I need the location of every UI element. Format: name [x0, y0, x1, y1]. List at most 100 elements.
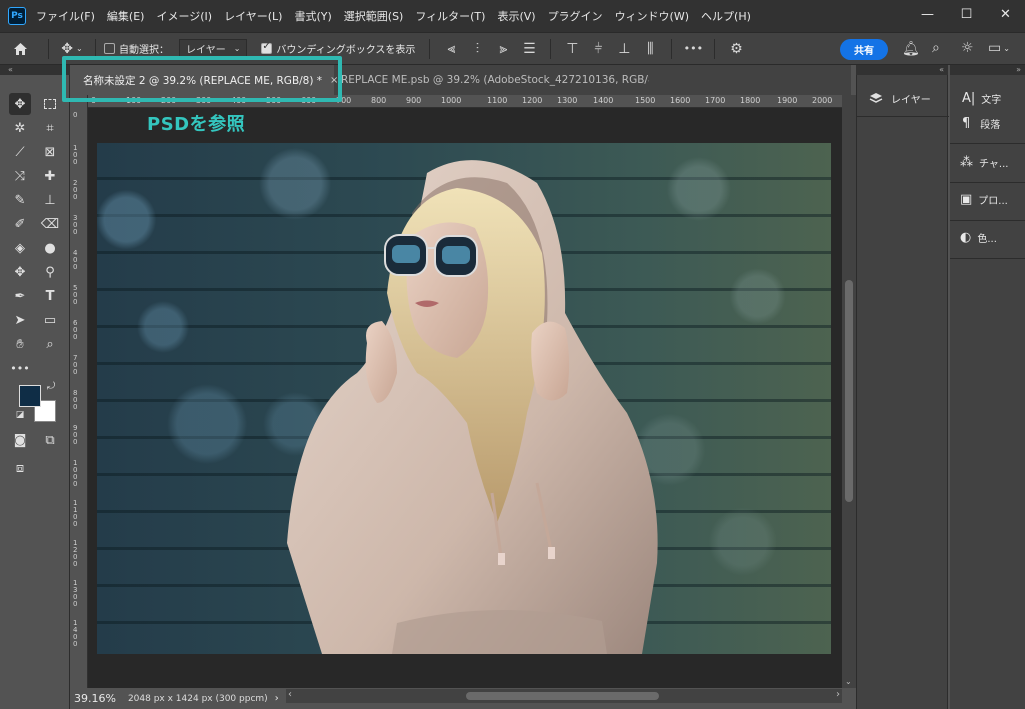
divider [429, 38, 431, 59]
sponge-tool-icon[interactable]: ⚲ [39, 261, 61, 283]
gear-icon[interactable]: ⚙ [723, 41, 749, 57]
auto-select-target-value: レイヤー [186, 45, 226, 56]
move-tool-preset-icon[interactable]: ✥ ⌄ [57, 41, 87, 57]
ruler-label: 0 [73, 111, 78, 119]
chevron-right-icon[interactable]: › [275, 693, 279, 704]
share-button[interactable]: 共有 [840, 39, 888, 60]
ruler-label: 100 [126, 96, 142, 105]
properties-icon: ▣ [960, 192, 973, 207]
marquee-tool-icon[interactable] [39, 93, 61, 115]
ruler-label: 2000 [812, 96, 833, 105]
type-tool-icon[interactable]: T [39, 285, 61, 307]
menu-layer[interactable]: レイヤー(L) [224, 8, 282, 24]
vertical-scrollbar[interactable]: ⌄ [842, 95, 856, 688]
character-panel-tab[interactable]: A| 文字 [962, 91, 1001, 106]
align-left-icon[interactable]: ⫷ [438, 41, 464, 57]
menu-file[interactable]: ファイル(F) [36, 8, 95, 24]
zoom-tool-icon[interactable]: ⌕ [39, 333, 61, 355]
menu-view[interactable]: 表示(V) [497, 8, 535, 24]
scroll-left-icon[interactable]: ‹ [288, 689, 292, 700]
distribute-horizontal-icon[interactable]: ☰ [516, 41, 542, 57]
paragraph-panel-tab[interactable]: ¶ 段落 [962, 116, 1000, 131]
screen-mode-icon[interactable]: ⧉ [39, 429, 61, 451]
tab-replace-me-psb[interactable]: REPLACE ME.psb @ 39.2% (AdobeStock_42721… [337, 65, 649, 95]
move-tool-icon[interactable]: ✥ [9, 93, 31, 115]
object-selection-tool-icon[interactable]: ✲ [9, 117, 31, 139]
layers-panel-tab[interactable]: レイヤー [869, 91, 931, 106]
workspace-icon[interactable]: ▭ ⌄ [988, 40, 1010, 56]
scroll-right-icon[interactable]: › [836, 689, 840, 700]
pen-tool-icon[interactable]: ✒ [9, 285, 31, 307]
menu-plugins[interactable]: プラグイン [548, 8, 603, 24]
auto-select-target-dropdown[interactable]: レイヤー ⌄ [179, 38, 248, 59]
vertical-scroll-thumb[interactable] [845, 280, 853, 502]
canvas-area[interactable] [88, 108, 842, 688]
lightbulb-icon[interactable]: ☼ [961, 40, 974, 56]
collapse-dock-right-icon[interactable]: » [950, 65, 1025, 75]
tab-label: REPLACE ME.psb @ 39.2% (AdobeStock_42721… [341, 74, 649, 86]
menu-filter[interactable]: フィルター(T) [415, 8, 485, 24]
collapse-toolbar-icon[interactable]: « [0, 65, 70, 75]
eyedropper-tool-icon[interactable]: ⤨ [9, 165, 31, 187]
dodge-tool-icon[interactable]: ✥ [9, 261, 31, 283]
crop-tool-icon[interactable]: ⌗ [39, 117, 61, 139]
align-middle-icon[interactable]: ⫩ [585, 41, 611, 57]
close-window-button[interactable]: ✕ [986, 0, 1025, 28]
adjustments-panel-tab[interactable]: ◐ 色... [960, 230, 997, 245]
more-options-icon[interactable]: ••• [680, 42, 706, 55]
path-selection-tool-icon[interactable]: ➤ [9, 309, 31, 331]
history-brush-tool-icon[interactable]: ✐ [9, 213, 31, 235]
distribute-vertical-icon[interactable]: ⫼ [637, 41, 663, 57]
collapse-dock-icon[interactable]: « [856, 65, 948, 75]
menu-select[interactable]: 選択範囲(S) [344, 8, 404, 24]
clone-stamp-tool-icon[interactable]: ⊥ [39, 189, 61, 211]
ruler-label: 900 [73, 424, 78, 446]
horizontal-scroll-thumb[interactable] [466, 692, 659, 700]
quick-mask-icon[interactable]: ◙ [9, 429, 31, 451]
document-tab-bar: 名称未設定 2 @ 39.2% (REPLACE ME, RGB/8) * × … [71, 65, 851, 95]
rectangle-tool-icon[interactable]: ▭ [39, 309, 61, 331]
menu-type[interactable]: 書式(Y) [294, 8, 331, 24]
eraser-tool-icon[interactable]: ⌫ [39, 213, 61, 235]
edit-toolbar-icon[interactable]: ••• [9, 357, 31, 379]
align-bottom-icon[interactable]: ⊥ [611, 41, 637, 57]
default-colors-icon[interactable]: ◪ [14, 409, 26, 421]
bounding-box-label: バウンディングボックスを表示 [276, 45, 416, 56]
menu-help[interactable]: ヘルプ(H) [701, 8, 751, 24]
bounding-box-checkbox[interactable] [261, 41, 273, 54]
channels-panel-tab[interactable]: ⁂ チャ... [960, 155, 1008, 170]
menu-image[interactable]: イメージ(I) [156, 8, 212, 24]
blur-tool-icon[interactable]: ● [39, 237, 61, 259]
paint-bucket-tool-icon[interactable]: ◈ [9, 237, 31, 259]
hand-tool-icon[interactable]: ✋︎ [9, 333, 31, 355]
align-right-icon[interactable]: ⫸ [490, 41, 516, 57]
menu-window[interactable]: ウィンドウ(W) [615, 8, 689, 24]
horizontal-scrollbar[interactable]: ‹ › [286, 689, 842, 703]
tools-panel: ✥ ✲ ⌗ ⟋ ⊠ ⤨ ✚ ✎ ⊥ ✐ ⌫ ◈ ● ✥ ⚲ ✒ T ➤ ▭ ✋︎… [0, 75, 70, 709]
ruler-label: 200 [161, 96, 177, 105]
annotation-label: PSDを参照 [147, 114, 246, 135]
bell-icon[interactable]: 🔔︎ [902, 41, 920, 57]
document-canvas[interactable] [97, 143, 831, 654]
maximize-button[interactable]: ☐ [947, 0, 986, 28]
menu-edit[interactable]: 編集(E) [107, 8, 145, 24]
zoom-level[interactable]: 39.16% [74, 692, 116, 705]
foreground-color-swatch[interactable] [19, 385, 41, 407]
home-icon[interactable] [0, 42, 40, 56]
frame-tool-icon[interactable]: ⟋ [9, 141, 31, 163]
align-top-icon[interactable]: ⊤ [559, 41, 585, 57]
brush-tool-icon[interactable]: ✎ [9, 189, 31, 211]
align-center-icon[interactable]: ⫶ [464, 41, 490, 57]
tab-untitled-2[interactable]: 名称未設定 2 @ 39.2% (REPLACE ME, RGB/8) * × [71, 65, 338, 95]
auto-select-checkbox[interactable] [104, 43, 115, 54]
minimize-button[interactable]: — [908, 0, 947, 28]
scroll-down-icon[interactable]: ⌄ [845, 677, 852, 686]
properties-panel-tab[interactable]: ▣ プロ... [960, 192, 1008, 207]
search-icon[interactable]: ⌕ [932, 40, 940, 56]
swap-colors-icon[interactable]: ⤾ [44, 379, 58, 393]
healing-brush-tool-icon[interactable]: ✚ [39, 165, 61, 187]
ruler-label: 1100 [73, 499, 78, 528]
artboard-icon[interactable]: ⧈ [9, 457, 31, 479]
ruler-label: 1800 [740, 96, 761, 105]
frame-box-tool-icon[interactable]: ⊠ [39, 141, 61, 163]
